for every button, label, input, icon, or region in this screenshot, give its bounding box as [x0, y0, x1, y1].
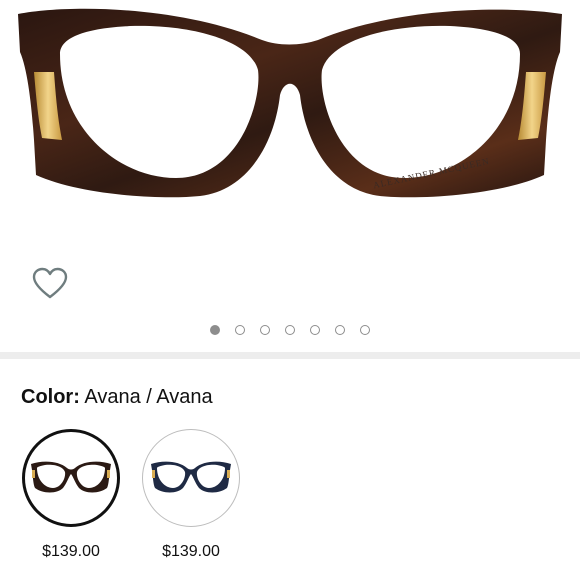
swatch-thumbnail[interactable]	[22, 429, 120, 527]
color-value: Avana / Avana	[84, 386, 213, 408]
heart-outline-icon	[32, 267, 68, 299]
image-pagination	[0, 325, 580, 335]
eyeglasses-thumbnail-icon	[151, 461, 231, 493]
color-option-blue[interactable]: $139.00	[142, 429, 240, 562]
section-divider	[0, 352, 580, 359]
color-heading: Color: Avana / Avana	[21, 385, 213, 409]
pagination-dot[interactable]	[260, 325, 270, 335]
color-option-avana[interactable]: $139.00	[22, 429, 120, 562]
color-swatches: $139.00 $139.00	[22, 429, 240, 562]
pagination-dot[interactable]	[310, 325, 320, 335]
pagination-dot[interactable]	[360, 325, 370, 335]
pagination-dot[interactable]	[285, 325, 295, 335]
pagination-dot[interactable]	[210, 325, 220, 335]
wishlist-button[interactable]	[32, 266, 68, 302]
swatch-thumbnail[interactable]	[142, 429, 240, 527]
pagination-dot[interactable]	[335, 325, 345, 335]
eyeglasses-image: ALEXANDER MCQUEEN	[18, 8, 562, 198]
pagination-dot[interactable]	[235, 325, 245, 335]
eyeglasses-thumbnail-icon	[31, 461, 111, 493]
color-label: Color:	[21, 386, 80, 408]
swatch-price: $139.00	[162, 543, 220, 560]
product-image[interactable]: ALEXANDER MCQUEEN	[0, 0, 580, 352]
swatch-price: $139.00	[42, 543, 100, 560]
